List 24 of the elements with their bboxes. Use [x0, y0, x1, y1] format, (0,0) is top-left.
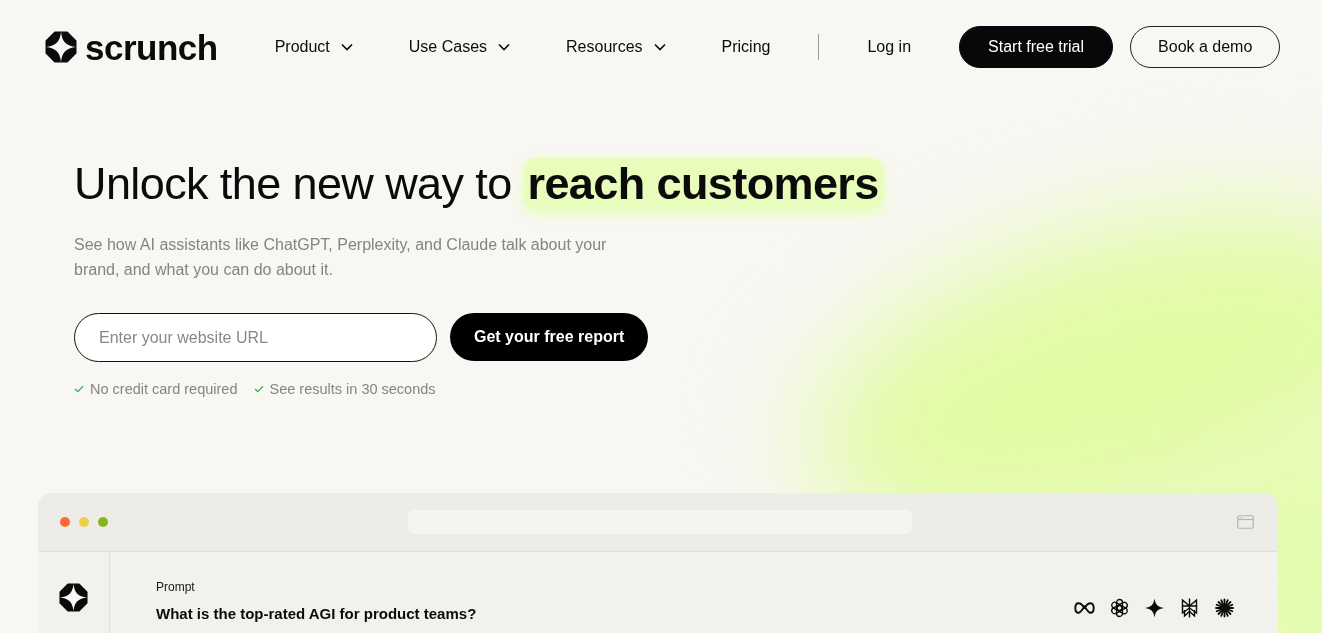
- hero-subtitle: See how AI assistants like ChatGPT, Perplexity, and Claude talk about your brand, and what you can do about it.: [74, 235, 608, 280]
- sparkle-icon: [1144, 598, 1165, 618]
- start-trial-button[interactable]: Start free trial: [959, 26, 1114, 68]
- prompt-text: What is the top-rated AGI for product teams?: [156, 605, 477, 623]
- asterisk-burst-icon: [1214, 598, 1235, 618]
- nav-menu-item[interactable]: Use Cases: [408, 38, 511, 56]
- perk-text: See results in 30 seconds: [269, 381, 436, 397]
- check-icon: [74, 385, 84, 393]
- nav-menu-item[interactable]: Product: [274, 38, 353, 56]
- url-input-field[interactable]: Enter your website URL: [74, 313, 437, 362]
- nav-menu-item[interactable]: Pricing: [721, 38, 771, 56]
- nav-menu-item[interactable]: Resources: [566, 38, 666, 56]
- browser-window-icon: [1237, 515, 1254, 529]
- login-link[interactable]: Log in: [867, 38, 912, 56]
- rosette-icon: [1109, 598, 1130, 618]
- prompt-label: Prompt: [156, 580, 195, 594]
- logo-wordmark[interactable]: scrunch: [85, 29, 218, 65]
- geometric-logo-icon: [1179, 598, 1200, 618]
- assistant-logo-icon: [59, 583, 88, 612]
- free-report-button[interactable]: Get your free report: [450, 313, 649, 361]
- check-icon: [253, 385, 264, 393]
- perk-text: No credit card required: [90, 381, 238, 397]
- hero-headline: Unlock the new way to reach customers: [74, 156, 883, 212]
- logo-icon: [45, 31, 77, 63]
